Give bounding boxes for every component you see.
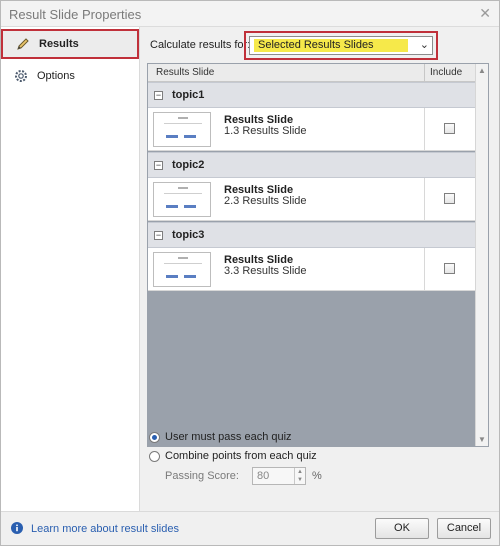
- chevron-down-icon[interactable]: ⌄: [420, 38, 429, 51]
- scroll-up-icon[interactable]: ▲: [478, 66, 486, 75]
- collapse-icon[interactable]: −: [154, 161, 163, 170]
- column-divider: [424, 178, 425, 221]
- sidebar-item-options[interactable]: Options: [1, 61, 139, 91]
- pass-each-quiz-option[interactable]: User must pass each quiz: [149, 431, 292, 443]
- include-checkbox[interactable]: [444, 193, 455, 204]
- ok-button[interactable]: OK: [375, 518, 429, 539]
- collapse-icon[interactable]: −: [154, 91, 163, 100]
- include-checkbox[interactable]: [444, 123, 455, 134]
- group-name: topic3: [172, 229, 205, 241]
- vertical-scrollbar[interactable]: ▲ ▼: [475, 64, 488, 446]
- passing-score-value: 80: [257, 470, 270, 482]
- result-slide-properties-dialog: Result Slide Properties ✕ Results Option…: [0, 0, 500, 546]
- pass-each-quiz-radio[interactable]: [149, 431, 160, 443]
- calculate-results-label: Calculate results for:: [150, 39, 251, 51]
- calculate-results-select[interactable]: Selected Results Slides ⌄: [249, 36, 433, 55]
- slide-subtitle: 1.3 Results Slide: [224, 125, 307, 137]
- results-slides-table: Results Slide Include − topic1 Results S…: [147, 63, 489, 447]
- sidebar: Results Options: [1, 27, 140, 511]
- column-header-results-slide[interactable]: Results Slide: [156, 67, 214, 78]
- close-icon[interactable]: ✕: [479, 5, 491, 22]
- table-row[interactable]: Results Slide 3.3 Results Slide: [148, 248, 475, 291]
- include-checkbox[interactable]: [444, 263, 455, 274]
- percent-sign: %: [312, 470, 322, 482]
- pencil-icon: [15, 36, 31, 52]
- group-name: topic2: [172, 159, 205, 171]
- group-name: topic1: [172, 89, 205, 101]
- column-header-include[interactable]: Include: [430, 67, 462, 78]
- column-divider: [424, 248, 425, 291]
- dialog-title: Result Slide Properties: [9, 7, 142, 22]
- cancel-button[interactable]: Cancel: [437, 518, 491, 539]
- sidebar-item-label: Results: [39, 38, 79, 50]
- table-row[interactable]: Results Slide 2.3 Results Slide: [148, 178, 475, 221]
- slide-thumbnail: [153, 112, 211, 147]
- combine-points-option[interactable]: Combine points from each quiz: [149, 450, 317, 462]
- table-header: Results Slide Include: [148, 64, 475, 82]
- calculate-results-value: Selected Results Slides: [258, 39, 374, 51]
- group-header-topic3[interactable]: − topic3: [148, 222, 475, 248]
- scroll-down-icon[interactable]: ▼: [478, 435, 486, 444]
- table-row[interactable]: Results Slide 1.3 Results Slide: [148, 108, 475, 151]
- pass-each-quiz-label: User must pass each quiz: [165, 431, 292, 443]
- column-divider: [424, 64, 425, 82]
- title-bar: Result Slide Properties ✕: [1, 1, 499, 27]
- gear-icon: [13, 68, 29, 84]
- group-header-topic2[interactable]: − topic2: [148, 152, 475, 178]
- passing-score-label: Passing Score:: [165, 470, 239, 482]
- passing-score-stepper[interactable]: 80 ▲ ▼: [252, 467, 306, 485]
- group-header-topic1[interactable]: − topic1: [148, 82, 475, 108]
- slide-subtitle: 3.3 Results Slide: [224, 265, 307, 277]
- combine-points-label: Combine points from each quiz: [165, 450, 317, 462]
- stepper-arrows-icon[interactable]: ▲ ▼: [294, 468, 305, 484]
- collapse-icon[interactable]: −: [154, 231, 163, 240]
- slide-subtitle: 2.3 Results Slide: [224, 195, 307, 207]
- slide-thumbnail: [153, 252, 211, 287]
- dialog-footer: Learn more about result slides OK Cancel: [1, 511, 499, 545]
- info-icon: [11, 522, 23, 534]
- main-panel: Calculate results for: Selected Results …: [141, 27, 499, 511]
- calculate-results-highlight: Selected Results Slides ⌄: [244, 31, 438, 60]
- column-divider: [424, 108, 425, 151]
- learn-more-link[interactable]: Learn more about result slides: [31, 523, 179, 535]
- combine-points-radio[interactable]: [149, 450, 160, 462]
- sidebar-item-label: Options: [37, 70, 75, 82]
- sidebar-item-results[interactable]: Results: [1, 29, 139, 59]
- slide-thumbnail: [153, 182, 211, 217]
